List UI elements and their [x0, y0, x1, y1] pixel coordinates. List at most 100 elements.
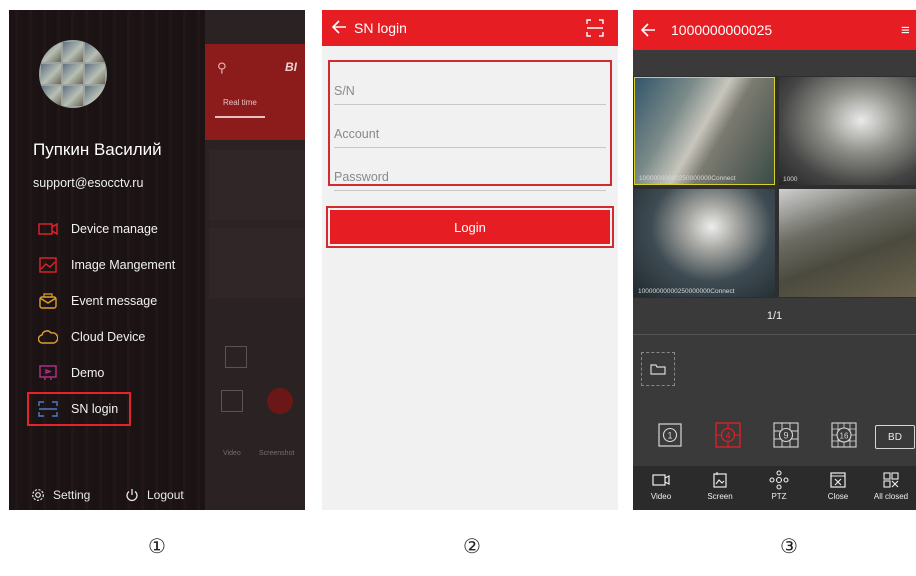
split-one-label: 1: [667, 431, 672, 441]
menu-item-label: Demo: [71, 366, 105, 380]
close-window-icon: [810, 468, 866, 492]
tab-underline: [215, 116, 265, 118]
login-button[interactable]: Login: [330, 210, 610, 244]
split-one-button[interactable]: 1: [657, 422, 683, 448]
camera-caption: 10000000000250000000Connect: [638, 288, 735, 295]
bottom-toolbar: Video Screen PTZ Close All closed: [633, 466, 916, 510]
drawer-menu-screen: ⚲ BI Real time Video Screenshot Пупкин В…: [9, 10, 305, 510]
login-form: [328, 60, 612, 191]
camera-caption: 1000: [783, 176, 798, 183]
ptz-icon: [751, 468, 807, 492]
screenshot-icon: [692, 468, 748, 492]
back-arrow-icon[interactable]: [639, 20, 657, 45]
camera-caption: 10000000000250000000Connect: [639, 175, 736, 182]
video-label: Video: [223, 450, 241, 457]
step-marker-1: ①: [148, 534, 166, 558]
device-title: 1000000000025: [671, 22, 773, 38]
user-name: Пупкин Василий: [33, 140, 162, 159]
avatar[interactable]: [39, 40, 107, 108]
background-header: ⚲ BI Real time: [205, 44, 305, 140]
menu-item-event-message[interactable]: Event message: [37, 283, 207, 319]
account-field: [334, 105, 606, 148]
sn-input[interactable]: [334, 84, 604, 98]
setting-label: Setting: [53, 488, 91, 502]
logout-label: Logout: [147, 488, 184, 502]
password-field: [334, 148, 606, 191]
camera-view[interactable]: [779, 189, 916, 297]
background-main-screen: ⚲ BI Real time Video Screenshot: [205, 10, 305, 510]
split-nine-button[interactable]: 9: [773, 422, 799, 448]
camera-grid: 10000000000250000000Connect 1000 1000000…: [633, 76, 916, 298]
split-four-label: 4: [725, 431, 730, 441]
logout-button[interactable]: Logout: [125, 488, 184, 502]
step-marker-3: ③: [780, 534, 798, 558]
split-four-button[interactable]: 4: [715, 422, 741, 448]
sn-login-screen: SN login Login: [322, 10, 618, 510]
sn-login-icon: [37, 400, 59, 418]
video-button[interactable]: Video: [633, 468, 689, 501]
split-selector: 1 4 9 16 BD: [633, 422, 916, 456]
demo-icon: [37, 364, 59, 382]
tab-real-time: Real time: [223, 98, 257, 107]
all-closed-button[interactable]: All closed: [863, 468, 916, 501]
image-management-icon: [37, 256, 59, 274]
screenshot-label: Screenshot: [259, 450, 295, 457]
step-marker-2: ②: [463, 534, 481, 558]
menu-item-label: Device manage: [71, 222, 158, 236]
password-input[interactable]: [334, 170, 604, 184]
live-view-screen: 1000000000025 ≡ 10000000000250000000Conn…: [633, 10, 916, 510]
scan-qr-icon[interactable]: [586, 19, 604, 42]
all-closed-icon: [863, 468, 916, 492]
folder-icon: [650, 364, 666, 375]
split-four-icon: [267, 388, 293, 414]
event-message-icon: [37, 292, 59, 310]
menu-item-label: Event message: [71, 294, 158, 308]
menu-item-image-management[interactable]: Image Mangement: [37, 247, 207, 283]
drawer-footer: Setting Logout: [9, 488, 205, 510]
video-label: Video: [650, 492, 672, 501]
ptz-button[interactable]: PTZ: [751, 468, 807, 501]
screenshot-button[interactable]: Screen: [692, 468, 748, 501]
split-sixteen-button[interactable]: 16: [831, 422, 857, 448]
menu-item-label: Cloud Device: [71, 330, 146, 344]
login-button-highlight: Login: [326, 206, 614, 248]
brand-logo: BI: [285, 60, 297, 74]
folder-icon: [225, 346, 247, 368]
all-closed-label: All closed: [873, 492, 909, 501]
split-one-icon: [221, 390, 243, 412]
menu-item-demo[interactable]: Demo: [37, 355, 207, 391]
background-card: [209, 150, 305, 220]
close-button[interactable]: Close: [810, 468, 866, 501]
bd-quality-button[interactable]: BD: [875, 425, 915, 449]
split-sixteen-label: 16: [840, 431, 849, 440]
sn-field: [334, 62, 606, 105]
split-nine-label: 9: [783, 431, 788, 441]
menu-item-sn-login[interactable]: SN login: [27, 392, 131, 426]
video-icon: [633, 468, 689, 492]
background-card: [209, 228, 305, 298]
camera-view[interactable]: 10000000000250000000Connect: [634, 77, 775, 185]
page-title: SN login: [354, 20, 407, 36]
menu-icon[interactable]: ≡: [901, 22, 910, 39]
back-arrow-icon[interactable]: [330, 17, 348, 42]
menu-item-device-manage[interactable]: Device manage: [37, 211, 207, 247]
device-manage-icon: [37, 220, 59, 238]
menu-item-label: SN login: [71, 402, 119, 416]
drawer-menu: Device manage Image Mangement Event mess…: [27, 211, 207, 426]
close-label: Close: [827, 492, 849, 501]
ptz-label: PTZ: [771, 492, 787, 501]
cloud-device-icon: [37, 328, 59, 346]
menu-item-cloud-device[interactable]: Cloud Device: [37, 319, 207, 355]
camera-view[interactable]: 10000000000250000000Connect: [634, 189, 775, 297]
folder-button[interactable]: [641, 352, 675, 386]
setting-button[interactable]: Setting: [31, 488, 90, 502]
camera-view[interactable]: 1000: [779, 77, 916, 185]
app-header: 1000000000025 ≡: [633, 10, 916, 50]
power-icon: [126, 489, 138, 502]
app-header: SN login: [322, 10, 618, 46]
account-input[interactable]: [334, 127, 604, 141]
user-email: support@esocctv.ru: [33, 176, 144, 190]
user-icon: ⚲: [217, 60, 227, 75]
gear-icon: [32, 489, 44, 501]
page-indicator: 1/1: [766, 310, 783, 322]
